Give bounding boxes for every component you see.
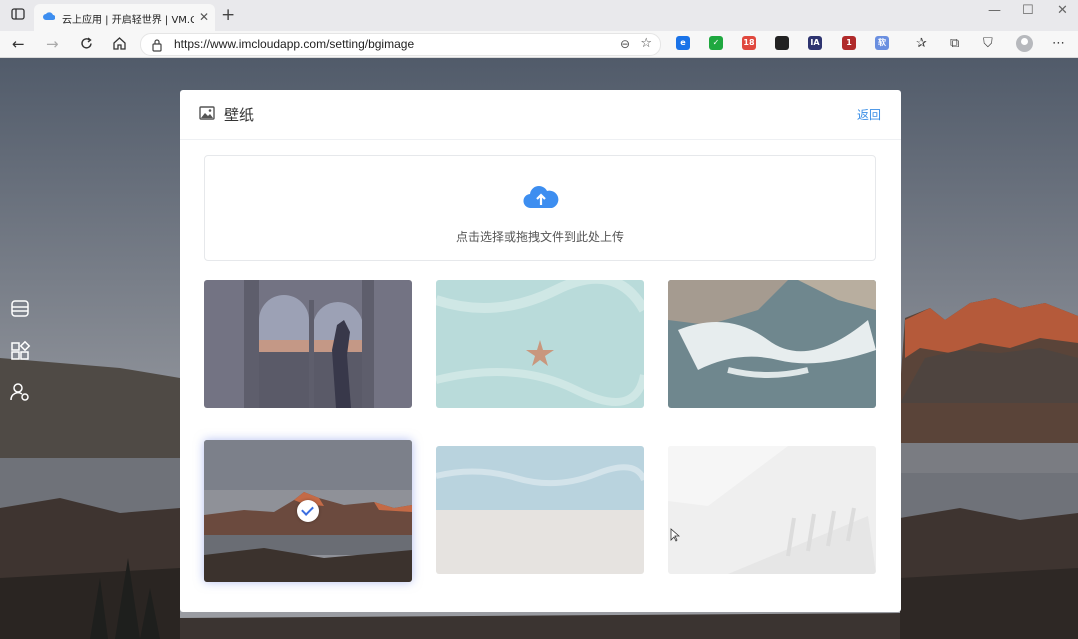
upload-dropzone[interactable]: 点击选择或拖拽文件到此处上传 (204, 155, 876, 261)
panel-header: 壁纸 返回 (180, 90, 901, 140)
url-text[interactable]: https://www.imcloudapp.com/setting/bgima… (174, 37, 414, 51)
tab-title: 云上应用 | 开启轻世界 | VM.COM (62, 15, 194, 26)
more-menu-icon[interactable]: ⋯ (1052, 35, 1065, 53)
refresh-icon[interactable] (79, 36, 94, 51)
selected-check-icon (297, 500, 319, 522)
forward-icon[interactable]: → (46, 35, 59, 53)
wallpaper-thumb[interactable] (668, 280, 876, 408)
check-ext-icon[interactable]: ✓ (709, 36, 723, 50)
cloud-favicon-icon (43, 12, 55, 20)
translate-ext-icon[interactable]: 软 (875, 36, 889, 50)
picture-icon (199, 106, 215, 120)
tab-actions-icon[interactable] (10, 6, 26, 22)
wallpaper-panel: 壁纸 返回 点击选择或拖拽文件到此处上传 (180, 90, 901, 612)
shield-ext-icon[interactable]: 1 (842, 36, 856, 50)
maximize-button[interactable]: ☐ (1022, 3, 1034, 18)
cloud-upload-icon (523, 186, 559, 209)
minimize-button[interactable]: — (988, 3, 1001, 18)
favorite-star-icon[interactable]: ☆ (640, 36, 652, 51)
panel-title: 壁纸 (224, 106, 255, 124)
wallpaper-thumb[interactable] (436, 446, 644, 574)
browser-tab[interactable]: 云上应用 | 开启轻世界 | VM.COM ✕ (34, 4, 215, 31)
lock-icon[interactable] (151, 38, 163, 52)
white-architecture-image (668, 446, 876, 574)
home-icon[interactable] (112, 36, 127, 51)
close-window-button[interactable]: ✕ (1057, 3, 1068, 18)
apps-ext-icon[interactable]: 18 (742, 36, 756, 50)
desktop-background: 壁纸 返回 点击选择或拖拽文件到此处上传 (0, 58, 1078, 639)
tab-bar: 云上应用 | 开启轻世界 | VM.COM ✕ + — ☐ ✕ (0, 0, 1078, 31)
arch-window-image (204, 280, 412, 408)
sky-sand-image (436, 446, 644, 574)
storage-icon[interactable] (9, 297, 31, 319)
ocean-waves-image (668, 280, 876, 408)
back-link[interactable]: 返回 (857, 106, 881, 123)
wallpaper-thumb-selected[interactable] (204, 440, 412, 582)
mouse-cursor-icon (670, 528, 680, 542)
edge-ext-icon[interactable]: e (676, 36, 690, 50)
mask-ext-icon[interactable] (775, 36, 789, 50)
tab-close-icon[interactable]: ✕ (199, 10, 209, 24)
ia-ext-icon[interactable]: IA (808, 36, 822, 50)
favorites-icon[interactable]: ✰ (916, 35, 927, 53)
wallpaper-thumb[interactable] (668, 446, 876, 574)
wallpaper-thumb[interactable] (436, 280, 644, 408)
browser-essentials-icon[interactable]: ⛉ (983, 35, 993, 53)
apps-grid-icon[interactable] (9, 340, 31, 362)
browser-toolbar: ← → https://www.imcloudapp.com/setting/b… (0, 31, 1078, 58)
wallpaper-thumb[interactable] (204, 280, 412, 408)
user-settings-icon[interactable] (9, 381, 31, 403)
back-icon[interactable]: ← (12, 35, 25, 53)
new-tab-button[interactable]: + (221, 6, 235, 24)
zoom-icon[interactable]: ⊖ (620, 37, 630, 51)
upload-hint: 点击选择或拖拽文件到此处上传 (455, 230, 624, 244)
collections-icon[interactable]: ⧉ (950, 35, 959, 53)
starfish-beach-image (436, 280, 644, 408)
profile-avatar[interactable] (1016, 35, 1033, 52)
address-bar[interactable]: https://www.imcloudapp.com/setting/bgima… (140, 33, 661, 56)
